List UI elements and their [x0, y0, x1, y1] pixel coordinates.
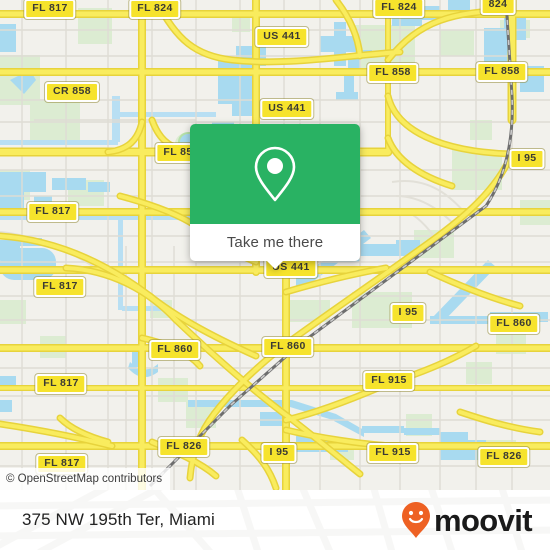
take-me-there-popup[interactable]: Take me there — [190, 124, 360, 269]
footer-bar: 375 NW 195th Ter, Miami moovit — [0, 490, 550, 550]
highway-shield: US 441 — [255, 27, 309, 47]
highway-shield: FL 817 — [34, 277, 86, 297]
highway-shield: I 95 — [509, 149, 545, 169]
map-pin-icon — [254, 146, 296, 202]
highway-shield: FL 915 — [363, 371, 415, 391]
highway-shield: FL 817 — [27, 202, 79, 222]
moovit-brand[interactable]: moovit — [401, 501, 533, 539]
map-screenshot: FL 817 FL 824 FL 824 824 US 441 FL 858 FL 858 C… — [0, 0, 550, 550]
popup-action-bar[interactable]: Take me there — [190, 224, 360, 269]
highway-shield: FL 824 — [129, 0, 181, 19]
popup-icon-panel — [190, 124, 360, 224]
highway-shield: FL 858 — [367, 63, 419, 83]
highway-shield: FL 860 — [262, 337, 314, 357]
highway-shield: FL 817 — [24, 0, 76, 19]
osm-attribution[interactable]: © OpenStreetMap contributors — [0, 468, 171, 490]
take-me-there-label: Take me there — [226, 234, 324, 251]
footer-content: 375 NW 195th Ter, Miami moovit — [0, 490, 550, 550]
highway-shield: FL 860 — [149, 340, 201, 360]
highway-shield: FL 826 — [478, 447, 530, 467]
highway-shield: FL 915 — [367, 443, 419, 463]
popup-pointer-tail — [266, 260, 284, 269]
highway-shield: FL 826 — [158, 437, 210, 457]
highway-shield: I 95 — [261, 443, 297, 463]
highway-shield: FL 824 — [373, 0, 425, 18]
highway-shield: I 95 — [390, 303, 426, 323]
highway-shield: CR 858 — [44, 82, 100, 102]
highway-shield: FL 817 — [35, 374, 87, 394]
moovit-wordmark: moovit — [433, 502, 533, 538]
highway-shield: FL 858 — [476, 62, 528, 82]
highway-shield: US 441 — [260, 99, 314, 119]
moovit-smiley-pin-icon — [401, 502, 430, 538]
address-label: 375 NW 195th Ter, Miami — [22, 510, 215, 529]
highway-shield: 824 — [480, 0, 516, 15]
highway-shield: FL 860 — [488, 314, 540, 334]
